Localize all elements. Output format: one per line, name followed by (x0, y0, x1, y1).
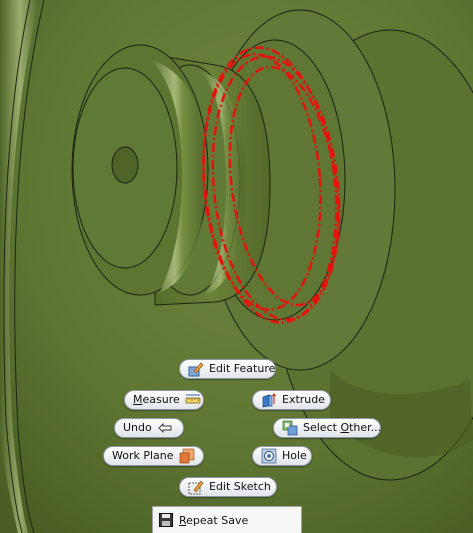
ruler-icon (185, 392, 201, 408)
work-plane-icon (179, 448, 195, 464)
center-bore (111, 146, 139, 184)
floppy-disk-icon (159, 513, 173, 527)
extrude-icon (261, 392, 277, 408)
context-menu-repeat-save[interactable]: Repeat Save (152, 506, 302, 533)
edit-sketch-label: Edit Sketch (209, 480, 271, 493)
edit-feature-label: Edit Feature (209, 362, 276, 375)
edit-sketch-icon (188, 479, 204, 495)
hole-label: Hole (282, 449, 307, 462)
edit-sketch-button[interactable]: Edit Sketch (179, 477, 277, 497)
hole-button[interactable]: Hole (252, 446, 312, 466)
select-other-label: Select Other... (303, 421, 382, 434)
edit-feature-icon (188, 361, 204, 377)
edit-feature-button[interactable]: Edit Feature (179, 359, 276, 379)
hole-icon (261, 448, 277, 464)
work-plane-button[interactable]: Work Plane (103, 446, 204, 466)
select-other-button[interactable]: Select Other... (273, 418, 381, 438)
measure-label: Measure (133, 393, 180, 406)
measure-button[interactable]: Measure (124, 390, 204, 410)
undo-button[interactable]: Undo (114, 418, 184, 438)
work-plane-label: Work Plane (112, 449, 174, 462)
model-viewport[interactable] (0, 0, 473, 533)
extrude-label: Extrude (282, 393, 326, 406)
undo-label: Undo (123, 421, 152, 434)
extrude-button[interactable]: Extrude (252, 390, 331, 410)
repeat-save-label: Repeat Save (179, 513, 249, 527)
undo-arrow-icon (157, 420, 173, 436)
select-other-icon (282, 420, 298, 436)
